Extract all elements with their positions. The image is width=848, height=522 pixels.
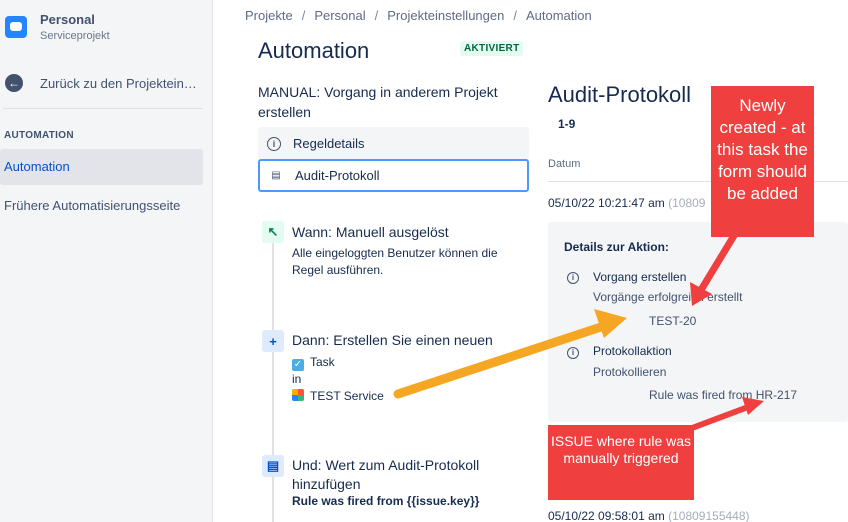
task-checkbox-icon: ✓ (292, 359, 304, 371)
details-heading: Details zur Aktion: (564, 240, 669, 254)
action-audit-title[interactable]: Und: Wert zum Audit-Protokoll hinzufügen (292, 456, 522, 494)
plus-icon: + (262, 330, 284, 352)
document-icon: ▤ (262, 455, 284, 477)
service-project-icon (292, 389, 304, 401)
app-root: Personal Serviceprojekt ← Zurück zu den … (0, 0, 848, 522)
breadcrumb-project-settings[interactable]: Projekteinstellungen (387, 8, 504, 23)
flow-connector-line (272, 232, 274, 522)
tab-label: Audit-Protokoll (295, 168, 380, 183)
action2-title: Protokollaktion (593, 344, 672, 358)
breadcrumb-separator: / (301, 8, 306, 23)
back-link-label: Zurück zu den Projektein… (40, 75, 197, 91)
action2-value: Rule was fired from HR-217 (649, 388, 798, 402)
rule-name: MANUAL: Vorgang in anderem Projekt erste… (258, 84, 498, 120)
issue-type-label: Task (310, 355, 335, 369)
tab-rule-details[interactable]: i Regeldetails (258, 127, 529, 160)
action-in-label: in (292, 372, 302, 386)
project-avatar-icon (5, 16, 27, 38)
target-project-label: TEST Service (310, 389, 384, 403)
action2-description: Protokollieren (593, 365, 667, 379)
info-icon: i (567, 347, 579, 359)
tab-label: Regeldetails (293, 136, 365, 151)
project-name: Personal (40, 12, 95, 27)
document-icon: ▤ (271, 170, 281, 181)
breadcrumb-automation[interactable]: Automation (526, 8, 592, 23)
info-icon: i (267, 136, 281, 151)
row-date: 05/10/22 10:21:47 am (548, 196, 665, 210)
action1-description: Vorgänge erfolgreich erstellt (593, 290, 743, 304)
info-icon: i (567, 272, 579, 284)
sidebar: Personal Serviceprojekt ← Zurück zu den … (0, 0, 213, 522)
sidebar-divider (3, 108, 203, 109)
column-header-date: Datum (548, 158, 581, 170)
annotation-callout-bottom: ISSUE where rule was manually triggered (548, 425, 694, 500)
table-row[interactable]: 05/10/22 10:21:47 am (10809 (548, 196, 705, 210)
breadcrumb-separator: / (513, 8, 517, 23)
breadcrumb-separator: / (374, 8, 379, 23)
action-audit-value: Rule was fired from {{issue.key}} (292, 494, 480, 508)
back-to-project-settings-link[interactable]: ← Zurück zu den Projektein… (5, 74, 205, 92)
trigger-description: Alle eingeloggten Benutzer können die Re… (292, 246, 498, 277)
audit-log-title: Audit-Protokoll (548, 82, 692, 107)
action1-title: Vorgang erstellen (593, 270, 687, 284)
page-title: Automation (258, 38, 370, 63)
table-row[interactable]: 05/10/22 09:58:01 am (10809155448) (548, 509, 750, 522)
breadcrumb: Projekte / Personal / Projekteinstellung… (245, 8, 592, 23)
breadcrumb-personal[interactable]: Personal (314, 8, 365, 23)
tab-audit-log[interactable]: ▤ Audit-Protokoll (258, 159, 529, 192)
sidebar-item-automation[interactable]: Automation (0, 149, 203, 185)
sidebar-section-label: AUTOMATION (4, 130, 74, 141)
audit-log-range: 1-9 (558, 117, 576, 131)
arrow-left-icon: ← (5, 74, 23, 92)
sidebar-item-legacy-automation[interactable]: Frühere Automatisierungsseite (4, 198, 180, 213)
action-issue-type: ✓ Task (292, 354, 335, 371)
action1-value: TEST-20 (649, 314, 697, 328)
annotation-callout-top: Newly created - at this task the form sh… (711, 86, 814, 237)
cursor-click-icon: ↖ (262, 221, 284, 243)
row-date: 05/10/22 09:58:01 am (548, 509, 665, 522)
status-badge: AKTIVIERT (460, 41, 524, 56)
row-id: (10809155448) (668, 509, 750, 522)
project-type: Serviceprojekt (40, 30, 110, 42)
project-header[interactable]: Personal Serviceprojekt (5, 12, 110, 42)
action-create-title[interactable]: Dann: Erstellen Sie einen neuen (292, 332, 493, 348)
action-target-project: TEST Service (292, 388, 384, 405)
breadcrumb-projects[interactable]: Projekte (245, 8, 293, 23)
row-id: (10809 (668, 196, 706, 210)
trigger-title[interactable]: Wann: Manuell ausgelöst (292, 224, 449, 240)
